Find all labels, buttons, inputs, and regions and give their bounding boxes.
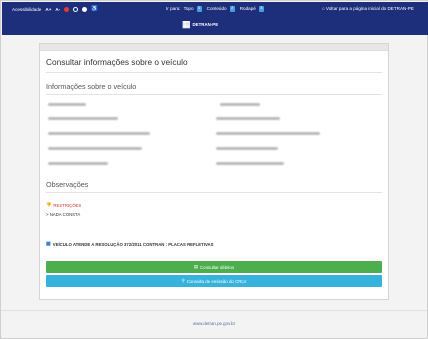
redacted-field xyxy=(48,132,150,135)
redacted-field xyxy=(216,132,320,135)
home-link[interactable]: ⌂ Voltar para a página inicial do DETRAN… xyxy=(322,6,414,11)
footer-link[interactable]: www.detran.pe.gov.br xyxy=(1,321,427,326)
redacted-field xyxy=(48,147,142,150)
observations-divider xyxy=(46,192,382,193)
page-frame: Acessibilidade A+ A- ♿ Ir para: Topo 1 C… xyxy=(0,0,428,339)
thumbs-down-icon: 👎 xyxy=(46,202,52,207)
detran-logo[interactable]: ▦ DETRAN-PE xyxy=(182,20,218,29)
barcode-icon: ▤ xyxy=(193,264,198,269)
brand-bar: ▦ DETRAN-PE xyxy=(2,17,428,35)
title-divider xyxy=(46,72,382,73)
skip-link-content[interactable]: Conteúdo xyxy=(207,6,227,11)
accessibility-controls: Acessibilidade A+ A- ♿ xyxy=(12,6,98,12)
accessibility-bar: Acessibilidade A+ A- ♿ Ir para: Topo 1 C… xyxy=(2,2,428,17)
restrictions-heading: 👎 RESTRIÇÕES xyxy=(46,202,81,208)
consult-debts-button[interactable]: ▤ Consultar débitos xyxy=(46,261,382,273)
consult-debts-label: Consultar débitos xyxy=(199,264,235,270)
skip-key-top: 1 xyxy=(196,6,202,12)
crlv-issuance-label: Consulta de emissão do CRLV xyxy=(186,278,247,284)
font-decrease-button[interactable]: A- xyxy=(55,7,60,12)
skip-links: Ir para: Topo 1 Conteúdo 2 Rodapé 3 xyxy=(166,6,264,12)
contrast-red-button[interactable] xyxy=(64,6,70,12)
logo-text: DETRAN-PE xyxy=(192,22,219,27)
home-icon: ⌂ xyxy=(321,6,325,11)
skip-link-footer[interactable]: Rodapé xyxy=(240,6,256,11)
vehicle-info-heading: Informações sobre o veículo xyxy=(46,82,137,91)
compliance-note: ▦ VEÍCULO ATENDE A RESOLUÇÃO 372/2011 CO… xyxy=(46,241,214,247)
skip-key-content: 2 xyxy=(229,6,235,12)
search-icon: ⚲ xyxy=(181,278,185,283)
accessibility-label: Acessibilidade xyxy=(12,6,42,12)
home-link-label: Voltar para a página inicial do DETRAN-P… xyxy=(325,6,414,11)
restrictions-value: > NADA CONSTA xyxy=(46,212,81,217)
skip-label: Ir para: xyxy=(166,6,181,12)
vehicle-info-divider xyxy=(46,94,382,95)
crlv-issuance-button[interactable]: ⚲ Consulta de emissão do CRLV xyxy=(46,275,382,287)
contrast-outline-button[interactable] xyxy=(73,6,79,12)
redacted-field xyxy=(48,103,86,106)
logo-mark-icon: ▦ xyxy=(182,19,191,29)
restrictions-label: RESTRIÇÕES xyxy=(53,202,82,208)
font-increase-button[interactable]: A+ xyxy=(45,7,51,12)
skip-link-top[interactable]: Topo xyxy=(184,6,194,11)
contrast-toggle-button[interactable] xyxy=(82,6,88,12)
observations-heading: Observações xyxy=(46,180,89,189)
redacted-field xyxy=(220,103,260,106)
accessibility-icon[interactable]: ♿ xyxy=(91,6,98,12)
redacted-field xyxy=(216,147,278,150)
compliance-text: VEÍCULO ATENDE A RESOLUÇÃO 372/2011 CONT… xyxy=(52,241,214,247)
page-title: Consultar informações sobre o veículo xyxy=(46,57,188,67)
vehicle-info-panel: Consultar informações sobre o veículo In… xyxy=(39,43,389,300)
panel-header-strip xyxy=(40,44,388,51)
redacted-field xyxy=(48,117,118,120)
footer-divider xyxy=(1,310,427,311)
calendar-icon: ▦ xyxy=(46,241,51,247)
skip-key-footer: 3 xyxy=(258,6,264,12)
redacted-field xyxy=(216,162,284,165)
redacted-field xyxy=(48,162,108,165)
redacted-field xyxy=(216,117,280,120)
